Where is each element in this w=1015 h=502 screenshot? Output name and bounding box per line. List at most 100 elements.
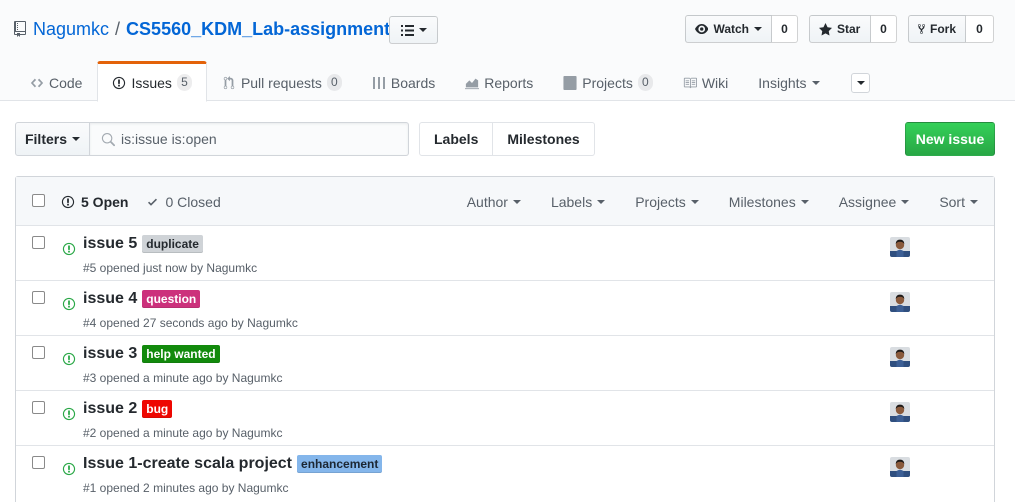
- chevron-down-icon: [597, 199, 606, 204]
- issue-checkbox[interactable]: [32, 401, 45, 414]
- issues-search-input[interactable]: [90, 123, 408, 155]
- assignee-avatar[interactable]: [890, 402, 910, 422]
- issue-label[interactable]: enhancement: [297, 455, 383, 473]
- issue-title-link[interactable]: issue 3: [83, 345, 137, 363]
- issue-row: Issue 1-create scala project enhancement…: [16, 446, 994, 501]
- tab-label: Boards: [390, 74, 436, 91]
- watch-group: Watch 0: [685, 15, 798, 43]
- issue-row: issue 3 help wanted #3 opened a minute a…: [16, 336, 994, 391]
- issue-title-link[interactable]: Issue 1-create scala project: [83, 455, 292, 473]
- chevron-down-icon: [856, 81, 865, 85]
- chevron-down-icon: [754, 27, 762, 31]
- milestones-button[interactable]: Milestones: [493, 122, 595, 156]
- issue-title-line: issue 3 help wanted: [83, 345, 220, 363]
- filters-label: Filters: [24, 131, 67, 147]
- pull-requests-counter: 0: [326, 73, 342, 92]
- labels-button[interactable]: Labels: [419, 122, 494, 156]
- sort-dropdown[interactable]: Sort: [939, 194, 978, 210]
- milestones-filter[interactable]: Milestones: [729, 194, 809, 210]
- search-icon: [101, 133, 115, 147]
- sort-dropdown-label: Sort: [939, 193, 965, 210]
- fork-label: Fork: [929, 22, 956, 36]
- issue-label[interactable]: help wanted: [142, 345, 220, 363]
- issue-opened-icon: [61, 195, 75, 208]
- issues-list-header: 5 Open 0 Closed Author Labels Projects M…: [16, 177, 994, 226]
- labels-milestones-group: Labels Milestones: [419, 122, 595, 156]
- filters-button[interactable]: Filters: [15, 122, 90, 156]
- book-icon: [683, 77, 697, 88]
- assignee-avatar[interactable]: [890, 457, 910, 477]
- repo-name-link[interactable]: CS5560_KDM_Lab-assignments: [126, 19, 400, 40]
- watch-count[interactable]: 0: [772, 15, 798, 43]
- list-sort-filters: Author Labels Projects Milestones Assign…: [467, 177, 978, 226]
- projects-filter-label: Projects: [635, 193, 686, 210]
- open-count-label: 5 Open: [81, 193, 129, 210]
- repo-owner-link[interactable]: Nagumkc: [33, 19, 109, 40]
- tab-issues[interactable]: Issues 5: [97, 61, 207, 102]
- tab-label: Issues: [131, 74, 172, 91]
- star-button[interactable]: Star: [809, 15, 871, 43]
- list-icon: [400, 24, 414, 36]
- issue-opened-icon: [113, 76, 126, 89]
- issue-opened-icon: [62, 297, 76, 311]
- closed-issues-link[interactable]: 0 Closed: [146, 193, 221, 210]
- code-icon: [30, 78, 44, 87]
- issue-label[interactable]: duplicate: [142, 235, 203, 253]
- more-tabs-button[interactable]: [851, 73, 870, 93]
- issue-checkbox[interactable]: [32, 346, 45, 359]
- closed-count-label: 0 Closed: [165, 193, 221, 210]
- assignee-avatar[interactable]: [890, 237, 910, 257]
- star-count[interactable]: 0: [871, 15, 897, 43]
- tab-projects[interactable]: Projects 0: [548, 61, 668, 102]
- open-issues-link[interactable]: 5 Open: [61, 194, 128, 210]
- tab-boards[interactable]: Boards: [357, 61, 450, 102]
- chevron-down-icon: [901, 199, 910, 204]
- git-pull-request-icon: [223, 75, 235, 89]
- labels-filter[interactable]: Labels: [550, 193, 606, 210]
- issue-opened-icon: [62, 407, 76, 421]
- issue-title-link[interactable]: issue 5: [83, 235, 137, 253]
- issue-checkbox[interactable]: [32, 291, 45, 304]
- check-icon: [148, 198, 158, 206]
- issue-checkbox[interactable]: [32, 456, 45, 469]
- issue-opened-icon: [62, 352, 76, 366]
- issue-label[interactable]: bug: [142, 400, 173, 418]
- projects-filter[interactable]: Projects: [635, 194, 699, 210]
- issue-row: issue 5 duplicate #5 opened just now by …: [16, 226, 994, 281]
- issue-row: issue 4 question #4 opened 27 seconds ag…: [16, 281, 994, 336]
- new-issue-button[interactable]: New issue: [905, 122, 995, 156]
- chevron-down-icon: [690, 199, 699, 204]
- tab-insights[interactable]: Insights: [743, 61, 834, 102]
- issue-opened-icon: [62, 242, 76, 256]
- tab-pull-requests[interactable]: Pull requests 0: [207, 61, 357, 102]
- tab-label: Code: [49, 74, 83, 91]
- repo-menu-button[interactable]: [389, 16, 438, 44]
- repo-icon: [14, 21, 26, 37]
- issue-label[interactable]: question: [142, 290, 201, 308]
- tab-reports[interactable]: Reports: [450, 61, 548, 102]
- chevron-down-icon: [72, 137, 80, 141]
- labels-filter-label: Labels: [550, 193, 593, 210]
- assignee-avatar[interactable]: [890, 347, 910, 367]
- issue-meta: #5 opened just now by Nagumkc: [83, 261, 258, 275]
- author-filter[interactable]: Author: [467, 194, 521, 210]
- assignee-filter[interactable]: Assignee: [839, 194, 910, 210]
- projects-counter: 0: [637, 73, 653, 92]
- select-all-checkbox[interactable]: [32, 194, 45, 207]
- repo-title-separator: /: [115, 18, 121, 39]
- issue-title-line: issue 4 question: [83, 290, 201, 308]
- chevron-down-icon: [418, 28, 427, 32]
- issue-checkbox[interactable]: [32, 236, 45, 249]
- tab-code[interactable]: Code: [15, 61, 97, 102]
- assignee-avatar[interactable]: [890, 292, 910, 312]
- issue-title-link[interactable]: issue 2: [83, 400, 137, 418]
- repo-header: Nagumkc / CS5560_KDM_Lab-assignments Wat…: [0, 0, 1015, 102]
- fork-count[interactable]: 0: [966, 15, 994, 43]
- tab-label: Insights: [758, 74, 807, 91]
- watch-button[interactable]: Watch: [685, 15, 772, 43]
- tab-wiki[interactable]: Wiki: [668, 61, 743, 102]
- chevron-down-icon: [512, 199, 521, 204]
- issue-meta: #4 opened 27 seconds ago by Nagumkc: [83, 316, 298, 330]
- fork-button[interactable]: Fork: [908, 15, 966, 43]
- issue-title-link[interactable]: issue 4: [83, 290, 137, 308]
